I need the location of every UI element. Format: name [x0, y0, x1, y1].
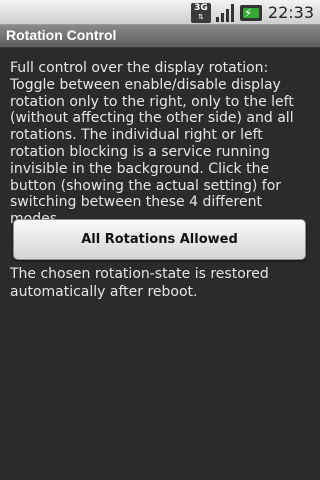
- network-type-label: 3G: [194, 3, 208, 13]
- 3g-data-icon: 3G ⇅: [190, 2, 211, 23]
- description-text: Full control over the display rotation: …: [10, 60, 294, 227]
- status-clock: 22:33: [267, 3, 314, 22]
- title-bar: Rotation Control: [0, 25, 320, 48]
- rotation-mode-button[interactable]: All Rotations Allowed: [13, 219, 306, 260]
- status-icons: 3G ⇅ ⚡ 22:33: [190, 0, 320, 25]
- app-title: Rotation Control: [6, 27, 117, 43]
- restore-note-text: The chosen rotation-state is restored au…: [10, 266, 269, 300]
- app-screen: 3G ⇅ ⚡ 22:33 Rotation Control Full contr…: [0, 0, 320, 480]
- signal-strength-icon: [215, 3, 235, 23]
- battery-charging-icon: ⚡: [239, 4, 262, 21]
- status-bar: 3G ⇅ ⚡ 22:33: [0, 0, 320, 25]
